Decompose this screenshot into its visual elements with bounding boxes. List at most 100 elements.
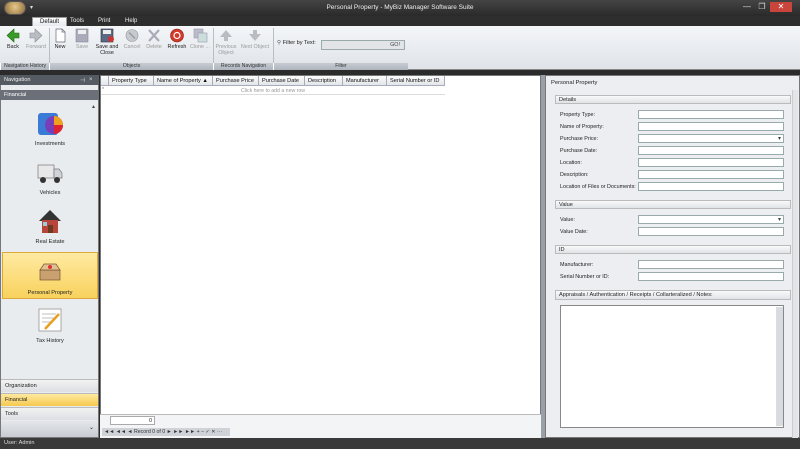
clone-icon xyxy=(193,28,208,43)
serial-number-field[interactable] xyxy=(638,272,784,281)
delete-button[interactable]: Delete xyxy=(144,28,164,50)
label-description: Description: xyxy=(560,172,589,178)
label-name-of-property: Name of Property: xyxy=(560,124,604,130)
navbar-organization[interactable]: Organization xyxy=(1,379,98,392)
tab-help[interactable]: Help xyxy=(118,17,144,26)
group-records-navigation: Records Navigation xyxy=(213,63,273,70)
filter-label: ⚲ Filter by Text: xyxy=(277,40,316,46)
navigation-group-title: Financial xyxy=(0,90,99,100)
group-navigation-history: Navigation History xyxy=(0,63,49,70)
cancel-label: Cancel xyxy=(123,44,141,50)
save-and-close-label: Save and Close xyxy=(95,44,119,56)
filter-label-text: Filter by Text: xyxy=(282,40,316,46)
property-type-field[interactable] xyxy=(638,110,784,119)
next-object-label: Next Object xyxy=(240,44,270,50)
tab-default[interactable]: Default xyxy=(32,17,68,26)
arrow-up-icon xyxy=(220,30,232,41)
investments-icon xyxy=(38,113,63,135)
maximize-button[interactable]: ❐ xyxy=(755,2,769,12)
purchase-date-field[interactable] xyxy=(638,146,784,155)
column-header-name-of-property[interactable]: Name of Property ▲ xyxy=(154,76,213,86)
ribbon-separator xyxy=(273,28,274,63)
manufacturer-field[interactable] xyxy=(638,260,784,269)
column-header-manufacturer[interactable]: Manufacturer xyxy=(343,76,387,86)
nav-item-label: Vehicles xyxy=(39,190,61,196)
column-header-serial-number[interactable]: Serial Number or ID xyxy=(387,76,445,86)
status-bar: User: Admin xyxy=(0,438,800,449)
truck-icon xyxy=(37,164,63,183)
forward-arrow-icon xyxy=(29,28,43,43)
value-date-field[interactable] xyxy=(638,227,784,236)
tab-print[interactable]: Print xyxy=(91,17,117,26)
clone-button[interactable]: Clone ... xyxy=(189,28,211,50)
notes-textarea[interactable] xyxy=(560,305,784,428)
label-location-of-files: Location of Files or Documents: xyxy=(560,184,636,190)
tax-form-icon xyxy=(38,308,62,332)
nav-item-label: Personal Property xyxy=(27,290,73,296)
record-navigator[interactable]: ◄◄ ◄◄ ◄ Record 0 of 0 ► ►► ►► + − ✓ ✕ ⋯ xyxy=(102,428,230,436)
refresh-icon xyxy=(170,28,184,43)
save-and-close-button[interactable]: Save and Close xyxy=(94,28,120,56)
name-of-property-field[interactable] xyxy=(638,122,784,131)
ribbon-separator xyxy=(49,28,50,63)
location-of-files-field[interactable] xyxy=(638,182,784,191)
location-field[interactable] xyxy=(638,158,784,167)
navbar-overflow[interactable]: ⌄ xyxy=(1,421,98,437)
back-arrow-icon xyxy=(6,28,20,43)
save-button[interactable]: Save xyxy=(73,28,91,50)
refresh-button[interactable]: Refresh xyxy=(166,28,188,50)
description-field[interactable] xyxy=(638,170,784,179)
purchase-price-dropdown[interactable] xyxy=(638,134,784,143)
window-title: Personal Property - MyBiz Manager Softwa… xyxy=(326,4,474,11)
records-grid xyxy=(100,75,541,438)
label-purchase-date: Purchase Date: xyxy=(560,148,598,154)
arrow-down-icon xyxy=(249,30,261,41)
add-new-row[interactable]: Click here to add a new row xyxy=(101,87,445,95)
footer-summary-cell: 0 xyxy=(110,416,155,425)
back-label: Back xyxy=(7,44,19,50)
nav-item-real-estate[interactable]: Real Estate xyxy=(2,202,98,249)
label-serial-number: Serial Number or ID: xyxy=(560,274,610,280)
minimize-button[interactable]: — xyxy=(740,2,754,12)
column-header-purchase-price[interactable]: Purchase Price xyxy=(213,76,259,86)
nav-item-investments[interactable]: Investments xyxy=(2,104,98,151)
pin-icon[interactable]: ⊣ xyxy=(80,77,85,84)
close-button[interactable]: ✕ xyxy=(770,2,792,12)
group-objects: Objects xyxy=(49,63,213,70)
section-notes: Appraisals / Authentication / Receipts /… xyxy=(555,290,791,300)
section-details: Details xyxy=(555,95,791,104)
column-header-purchase-date[interactable]: Purchase Date xyxy=(259,76,305,86)
jewelry-box-icon xyxy=(39,263,61,281)
clone-label: Clone ... xyxy=(189,44,211,50)
tab-tools[interactable]: Tools xyxy=(63,17,91,26)
forward-label: Forward xyxy=(26,44,46,50)
back-button[interactable]: Back xyxy=(3,28,23,50)
chevron-down-icon[interactable]: ⌄ xyxy=(89,424,94,431)
label-property-type: Property Type: xyxy=(560,112,595,118)
navbar-financial[interactable]: Financial xyxy=(1,393,98,406)
nav-item-vehicles[interactable]: Vehicles xyxy=(2,153,98,200)
app-window: ▾ Personal Property - MyBiz Manager Soft… xyxy=(0,0,800,449)
nav-item-tax-history[interactable]: Tax History xyxy=(2,301,98,348)
filter-text-input[interactable]: GO! xyxy=(321,40,405,50)
refresh-label: Refresh xyxy=(167,44,187,50)
new-button[interactable]: New xyxy=(51,28,69,50)
navbar-tools[interactable]: Tools xyxy=(1,407,98,420)
notes-scrollbar[interactable] xyxy=(776,307,783,426)
section-value: Value xyxy=(555,200,791,209)
save-close-icon xyxy=(100,28,114,43)
detail-scrollbar[interactable] xyxy=(792,90,798,438)
save-disk-icon xyxy=(75,28,89,43)
nav-item-personal-property[interactable]: Personal Property xyxy=(2,252,98,299)
column-header-description[interactable]: Description xyxy=(305,76,343,86)
cancel-button[interactable]: Cancel xyxy=(122,28,142,50)
previous-object-button[interactable]: Previous Object xyxy=(214,28,238,56)
forward-button[interactable]: Forward xyxy=(25,28,47,50)
value-dropdown[interactable] xyxy=(638,215,784,224)
delete-x-icon xyxy=(148,29,160,42)
close-pane-icon[interactable]: × xyxy=(89,77,93,83)
nav-item-label: Tax History xyxy=(36,338,64,344)
next-object-button[interactable]: Next Object xyxy=(240,28,270,50)
nav-scroll-up-icon[interactable]: ▲ xyxy=(91,104,96,110)
column-header-property-type[interactable]: Property Type xyxy=(109,76,154,86)
